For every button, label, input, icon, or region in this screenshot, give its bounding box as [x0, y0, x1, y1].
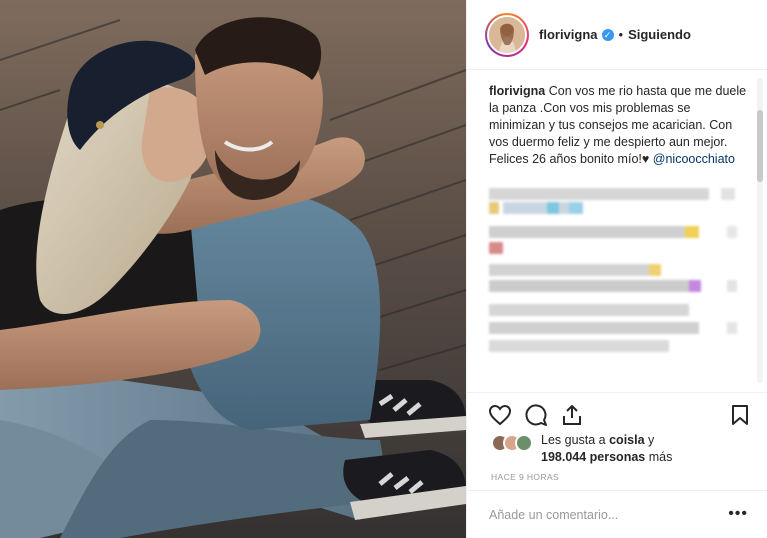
share-icon[interactable] [559, 402, 585, 428]
caption-username[interactable]: florivigna [489, 84, 545, 98]
post-username[interactable]: florivigna [539, 27, 598, 42]
bookmark-icon[interactable] [727, 402, 753, 428]
heart-icon[interactable] [487, 402, 513, 428]
following-button[interactable]: Siguiendo [628, 27, 691, 42]
add-comment-bar: ••• [467, 490, 767, 538]
likes-text: Les gusta a coisla y 198.044 personas má… [541, 432, 672, 466]
post-timestamp[interactable]: HACE 9 HORAS [491, 472, 559, 482]
action-bar [467, 392, 767, 436]
couple-photo-illustration [0, 0, 466, 538]
post-side-panel: florivigna ✓ • Siguiendo florivigna Con … [466, 0, 767, 538]
post-header: florivigna ✓ • Siguiendo [467, 0, 767, 70]
more-options-icon[interactable]: ••• [728, 506, 748, 522]
comment-input[interactable] [489, 505, 719, 525]
likes-summary: Les gusta a coisla y 198.044 personas má… [491, 432, 761, 468]
post-caption: florivigna Con vos me rio hasta que me d… [489, 83, 748, 168]
post-photo[interactable] [0, 0, 466, 538]
caption-mention[interactable]: @nicoocchiato [653, 152, 735, 166]
likes-conjunction: y [644, 433, 655, 447]
liker-username[interactable]: coisla [609, 433, 644, 447]
likes-prefix: Les gusta a [541, 433, 610, 447]
comments-scrollbar[interactable] [757, 78, 763, 383]
verified-badge-icon: ✓ [601, 28, 614, 41]
header-separator: • [618, 27, 624, 42]
comments-section[interactable]: florivigna Con vos me rio hasta que me d… [467, 71, 767, 391]
scrollbar-thumb[interactable] [757, 110, 763, 182]
likes-more: más [645, 450, 673, 464]
liker-avatar[interactable] [515, 434, 533, 452]
likes-count[interactable]: 198.044 personas [541, 450, 645, 464]
profile-avatar[interactable] [485, 12, 529, 57]
profile-picture [489, 16, 525, 53]
pixelated-comments [489, 188, 748, 358]
comment-icon[interactable] [523, 402, 549, 428]
